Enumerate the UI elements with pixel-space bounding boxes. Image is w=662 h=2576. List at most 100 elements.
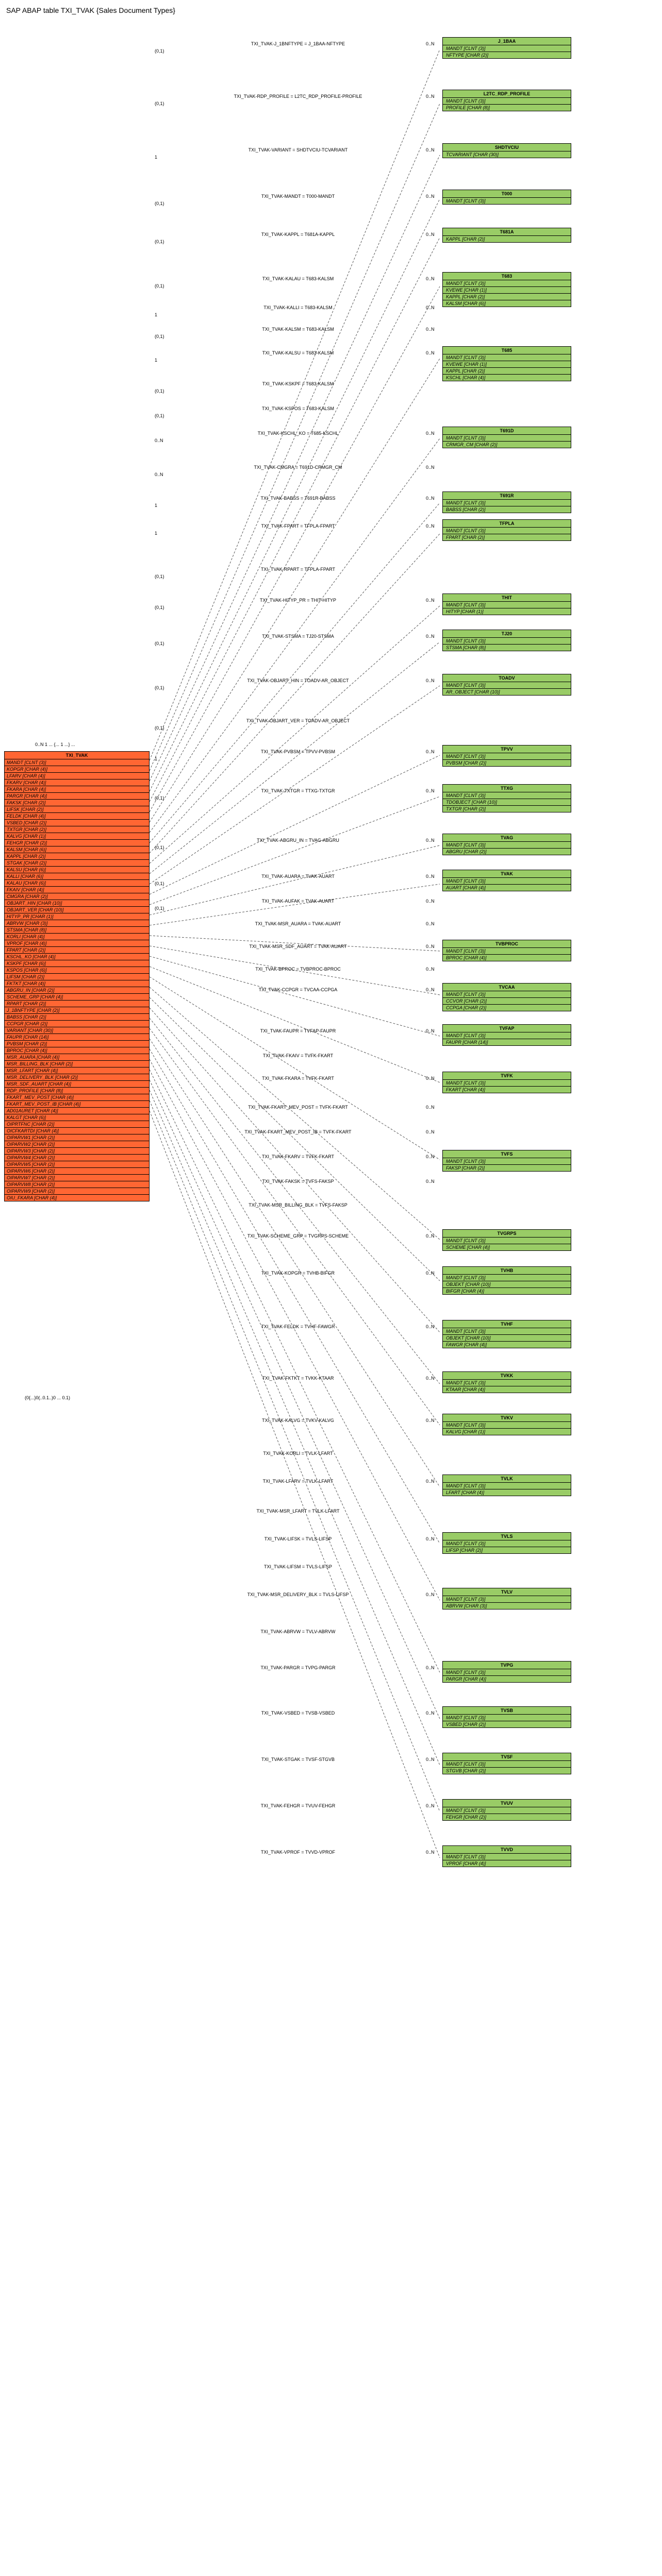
main-table-field: KSPOS [CHAR (6)] bbox=[5, 967, 149, 974]
relation-label: TXI_TVAK-HITYP_PR = THIT-HITYP bbox=[174, 598, 422, 603]
right-table-header: TVFS bbox=[443, 1150, 571, 1158]
relation-label: TXI_TVAK-OBJART_VER = TOADV-AR_OBJECT bbox=[174, 718, 422, 723]
right-table-field: AUART [CHAR (4)] bbox=[443, 885, 571, 891]
right-table-field: MANDT [CLNT (3)] bbox=[443, 1422, 571, 1429]
right-table-field: KVEWE [CHAR (1)] bbox=[443, 361, 571, 368]
right-card: 0..N bbox=[426, 431, 435, 436]
relation-label: TXI_TVAK-SCHEME_GRP = TVGRPS-SCHEME bbox=[174, 1233, 422, 1239]
relation-label: TXI_TVAK-KALAU = T683-KALSM bbox=[174, 276, 422, 281]
main-table-field: LIFSK [CHAR (2)] bbox=[5, 806, 149, 813]
right-card: 0..N bbox=[426, 1665, 435, 1670]
relation-label: TXI_TVAK-FKARV = TVFK-FKART bbox=[174, 1154, 422, 1159]
right-table-field: MANDT [CLNT (3)] bbox=[443, 280, 571, 287]
right-table-field: MANDT [CLNT (3)] bbox=[443, 1596, 571, 1603]
right-table-header: TVLK bbox=[443, 1475, 571, 1483]
right-table-field: MANDT [CLNT (3)] bbox=[443, 198, 571, 204]
page-title: SAP ABAP table TXI_TVAK {Sales Document … bbox=[6, 6, 658, 14]
left-card: 1 bbox=[155, 531, 157, 536]
right-table-field: MANDT [CLNT (3)] bbox=[443, 682, 571, 689]
right-table-field: PARGR [CHAR (4)] bbox=[443, 1676, 571, 1682]
right-table-field: BPROC [CHAR (4)] bbox=[443, 955, 571, 961]
right-table-field: BIFGR [CHAR (4)] bbox=[443, 1288, 571, 1294]
main-table-field: PVBSM [CHAR (2)] bbox=[5, 1041, 149, 1047]
right-card: 0..N bbox=[426, 1179, 435, 1184]
relation-label: TXI_TVAK-MSR_DELIVERY_BLK = TVLS-LIFSP bbox=[174, 1592, 422, 1597]
right-table-field: MANDT [CLNT (3)] bbox=[443, 1328, 571, 1335]
relation-label: TXI_TVAK-J_1BNFTYPE = J_1BAA-NFTYPE bbox=[174, 41, 422, 46]
relation-label: TXI_TVAK-RPART = TFPLA-FPART bbox=[174, 567, 422, 572]
right-table-field: KVEWE [CHAR (1)] bbox=[443, 287, 571, 294]
right-table-field: MANDT [CLNT (3)] bbox=[443, 991, 571, 998]
right-table-header: TVSF bbox=[443, 1753, 571, 1761]
right-card: 0..N bbox=[426, 1270, 435, 1276]
right-table: TVKKMANDT [CLNT (3)]KTAAR [CHAR (4)] bbox=[442, 1371, 571, 1393]
right-table-header: TVAG bbox=[443, 834, 571, 842]
right-card: 0..N bbox=[426, 944, 435, 949]
relation-label: TXI_TVAK-VPROF = TVVD-VPROF bbox=[174, 1850, 422, 1855]
right-table: T683MANDT [CLNT (3)]KVEWE [CHAR (1)]KAPP… bbox=[442, 272, 571, 307]
right-table-field: FAWGR [CHAR (4)] bbox=[443, 1342, 571, 1348]
relation-label: TXI_TVAK-MSR_BILLING_BLK = TVFS-FAKSP bbox=[174, 1202, 422, 1208]
main-table-field: STGAK [CHAR (2)] bbox=[5, 860, 149, 867]
right-card: 0..N bbox=[426, 921, 435, 926]
main-table-field: OIPARVW8 [CHAR (2)] bbox=[5, 1181, 149, 1188]
right-card: 0..N bbox=[426, 1418, 435, 1423]
right-table-header: TVGRPS bbox=[443, 1230, 571, 1238]
left-card: (0,1) bbox=[155, 283, 164, 289]
right-table-field: KALSM [CHAR (6)] bbox=[443, 300, 571, 307]
right-card: 0..N bbox=[426, 350, 435, 355]
right-card: 0..N bbox=[426, 1076, 435, 1081]
right-table: L2TC_RDP_PROFILEMANDT [CLNT (3)]PROFILE … bbox=[442, 90, 571, 111]
right-table-header: T691R bbox=[443, 492, 571, 500]
right-card: 0..N bbox=[426, 1710, 435, 1716]
relation-label: TXI_TVAK-FAUPR = TVFAP-FAUPR bbox=[174, 1028, 422, 1033]
right-card: 0..N bbox=[426, 1850, 435, 1855]
main-table-field: OICFKARTDI [CHAR (4)] bbox=[5, 1128, 149, 1134]
main-table-field: KALVG [CHAR (1)] bbox=[5, 833, 149, 840]
right-table-header: T000 bbox=[443, 190, 571, 198]
relation-label: TXI_TVAK-MSR_LFART = TVLK-LFART bbox=[174, 1509, 422, 1514]
right-card: 0..N bbox=[426, 1376, 435, 1381]
left-card: (0,1) bbox=[155, 795, 164, 801]
main-table-field: FKARA [CHAR (4)] bbox=[5, 786, 149, 793]
right-card: 0..N bbox=[426, 1129, 435, 1134]
left-card: (0,1) bbox=[155, 388, 164, 394]
right-table-field: ABGRU [CHAR (2)] bbox=[443, 849, 571, 855]
main-table-field: KALGT [CHAR (6)] bbox=[5, 1114, 149, 1121]
relation-label: TXI_TVAK-KSKPF = T683-KALSM bbox=[174, 381, 422, 386]
right-table-header: TVFAP bbox=[443, 1025, 571, 1032]
main-table-field: OIPARVW7 [CHAR (2)] bbox=[5, 1175, 149, 1181]
right-table-field: MANDT [CLNT (3)] bbox=[443, 948, 571, 955]
right-card: 0..N bbox=[426, 1479, 435, 1484]
main-table-field: KALSM [CHAR (6)] bbox=[5, 846, 149, 853]
right-card: 0..N bbox=[426, 305, 435, 310]
right-table-field: NFTYPE [CHAR (2)] bbox=[443, 52, 571, 58]
right-card: 0..N bbox=[426, 987, 435, 992]
main-table-field: STSMA [CHAR (8)] bbox=[5, 927, 149, 934]
right-table-field: KSCHL [CHAR (4)] bbox=[443, 375, 571, 381]
right-table-field: TDOBJECT [CHAR (10)] bbox=[443, 799, 571, 806]
right-table-field: STSMA [CHAR (8)] bbox=[443, 645, 571, 651]
right-table-field: KTAAR [CHAR (4)] bbox=[443, 1386, 571, 1393]
right-table-header: T683 bbox=[443, 273, 571, 280]
main-table-field: KOPGR [CHAR (4)] bbox=[5, 766, 149, 773]
main-table-field: PARGR [CHAR (4)] bbox=[5, 793, 149, 800]
main-table-field: ABRVW [CHAR (3)] bbox=[5, 920, 149, 927]
right-table: TVLVMANDT [CLNT (3)]ABRVW [CHAR (3)] bbox=[442, 1588, 571, 1609]
right-card: 0..N bbox=[426, 838, 435, 843]
right-table-field: BABSS [CHAR (2)] bbox=[443, 506, 571, 513]
right-table-header: TVLS bbox=[443, 1533, 571, 1540]
relation-label: TXI_TVAK-TXTGR = TTXG-TXTGR bbox=[174, 788, 422, 793]
right-table-field: CCVOR [CHAR (2)] bbox=[443, 998, 571, 1005]
right-card: 0..N bbox=[426, 899, 435, 904]
left-card: (0,1) bbox=[155, 574, 164, 579]
right-table: TVSBMANDT [CLNT (3)]VSBED [CHAR (2)] bbox=[442, 1706, 571, 1728]
right-table: TVAKMANDT [CLNT (3)]AUART [CHAR (4)] bbox=[442, 870, 571, 891]
main-table-field: FAKSK [CHAR (2)] bbox=[5, 800, 149, 806]
right-card: 0..N bbox=[426, 232, 435, 237]
right-table-field: MANDT [CLNT (3)] bbox=[443, 45, 571, 52]
left-card: 1 bbox=[155, 503, 157, 508]
right-table-field: KAPPL [CHAR (2)] bbox=[443, 294, 571, 300]
right-card: 0..N bbox=[426, 634, 435, 639]
main-table-header: TXI_TVAK bbox=[5, 752, 149, 759]
